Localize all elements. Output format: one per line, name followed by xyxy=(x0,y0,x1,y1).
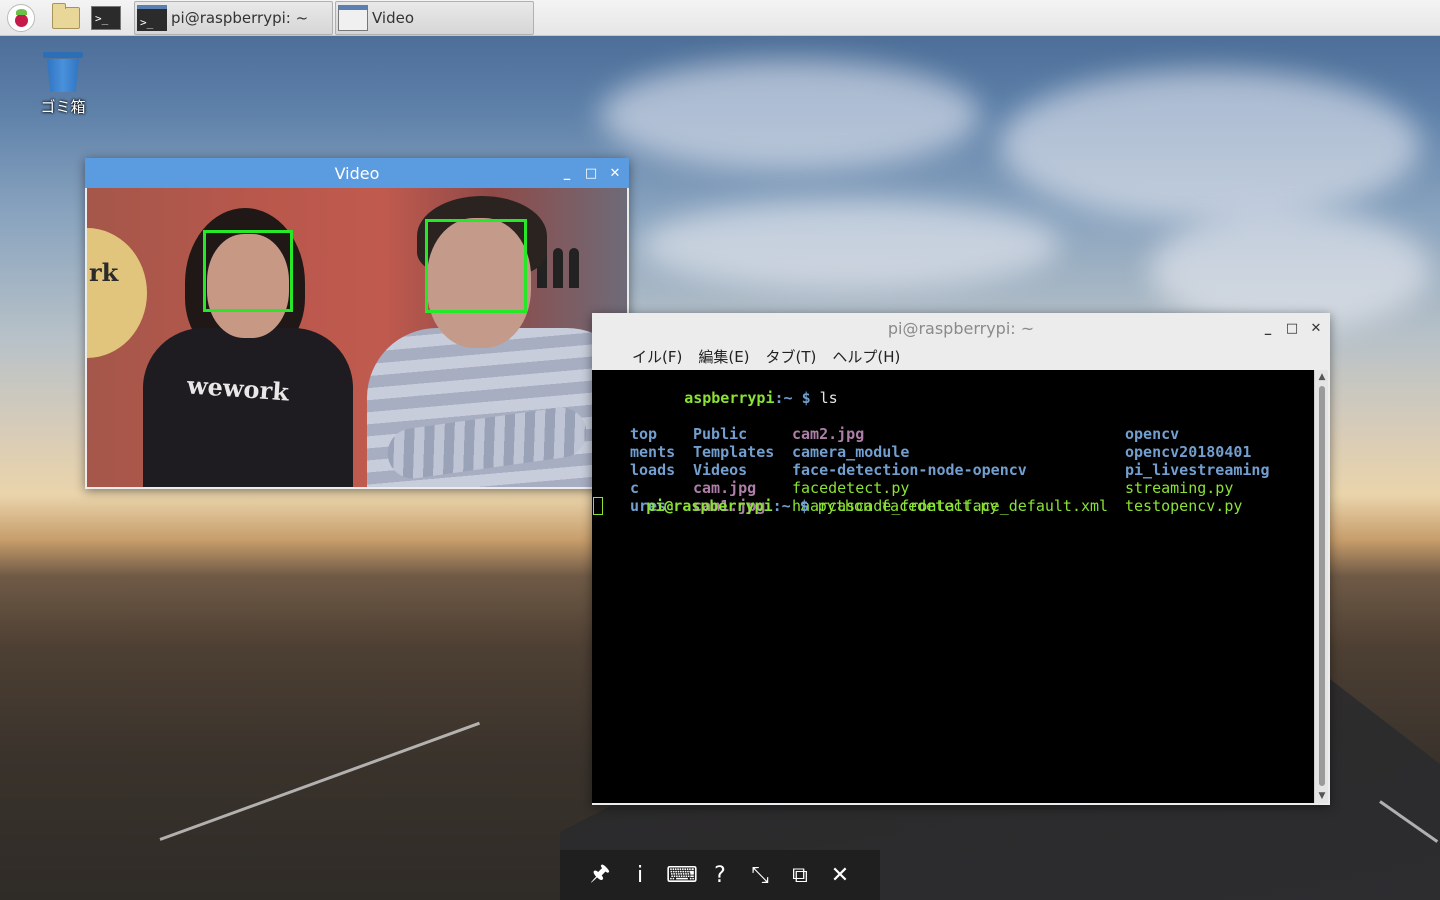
file-manager-icon[interactable] xyxy=(50,3,82,33)
maximize-button[interactable]: □ xyxy=(1286,321,1298,336)
prompt-line: pi@raspberrypi:~ $ python facedetect.py xyxy=(592,479,998,515)
close-icon[interactable]: ✕ xyxy=(826,863,854,888)
scroll-down-icon[interactable]: ▼ xyxy=(1317,791,1327,801)
ls-column-3: cam2.jpg camera_module face-detection-node… xyxy=(792,425,1109,515)
command: python facedetect.py xyxy=(817,497,999,515)
window-title: pi@raspberrypi: ~ xyxy=(887,318,1035,338)
sky-cloud xyxy=(1150,210,1430,330)
window-title: Video xyxy=(334,163,380,183)
ls-column-4: opencv opencv20180401 pi_livestreaming stre… xyxy=(1125,425,1270,515)
menu-edit[interactable]: 編集(E) xyxy=(698,346,749,367)
help-icon[interactable]: ? xyxy=(706,863,734,888)
menu-help[interactable]: ヘルプ(H) xyxy=(832,346,900,367)
person-left xyxy=(143,328,353,487)
info-icon[interactable]: i xyxy=(626,863,654,888)
fit-window-icon[interactable]: ⧉ xyxy=(786,863,814,888)
video-titlebar[interactable]: Video _ □ ✕ xyxy=(85,158,629,188)
terminal-output[interactable]: aspberrypi:~ $ ls top ments loads c ures Pub… xyxy=(592,370,1314,803)
ls-column-1: top ments loads c ures xyxy=(630,425,676,515)
road-marking xyxy=(159,721,481,841)
ls-column-2: Public Templates Videos cam.jpg cam1.jpg xyxy=(693,425,775,515)
wall-badge-text: rk xyxy=(89,258,119,287)
sky-cloud xyxy=(640,200,1060,290)
remote-toolbar: 🖈 i ⌨ ? ⤡ ⧉ ✕ xyxy=(560,850,880,900)
raspberry-menu-icon[interactable] xyxy=(5,3,37,33)
video-frame: rk wework xyxy=(87,188,627,487)
keyboard-icon[interactable]: ⌨ xyxy=(666,863,698,888)
sky-cloud xyxy=(600,60,980,170)
close-button[interactable]: ✕ xyxy=(609,166,621,181)
pin-icon[interactable]: 🖈 xyxy=(586,856,614,894)
task-terminal[interactable]: >_ pi@raspberrypi: ~ xyxy=(134,1,333,35)
window-icon xyxy=(338,5,368,31)
menu-tabs[interactable]: タブ(T) xyxy=(766,346,817,367)
menu-file[interactable]: イル(F) xyxy=(632,346,682,367)
minimize-button[interactable]: _ xyxy=(561,166,573,181)
prompt-prefix: pi@r xyxy=(646,497,683,515)
sky-cloud xyxy=(1000,70,1420,220)
taskbar: >_ >_ pi@raspberrypi: ~ Video xyxy=(0,0,1440,36)
desktop-trash[interactable]: ゴミ箱 xyxy=(30,50,96,117)
terminal-scrollbar[interactable]: ▲ ▼ xyxy=(1314,370,1328,803)
close-button[interactable]: ✕ xyxy=(1310,321,1322,336)
prompt-line: aspberrypi:~ $ ls xyxy=(630,371,838,407)
trash-label: ゴミ箱 xyxy=(40,98,86,116)
minimize-button[interactable]: _ xyxy=(1262,321,1274,336)
task-label: pi@raspberrypi: ~ xyxy=(171,9,309,27)
trash-icon xyxy=(43,50,83,92)
task-label: Video xyxy=(372,9,415,27)
scroll-up-icon[interactable]: ▲ xyxy=(1317,372,1327,382)
prompt-tail: :~ $ xyxy=(772,497,818,515)
face-detection-box xyxy=(203,230,293,312)
wall-badge xyxy=(87,228,147,358)
shrink-icon[interactable]: ⤡ xyxy=(746,863,774,888)
text-cursor xyxy=(593,497,603,515)
terminal-icon: >_ xyxy=(137,5,167,31)
prompt-host: aspberrypi xyxy=(682,497,773,515)
terminal-titlebar[interactable]: pi@raspberrypi: ~ _ □ ✕ xyxy=(592,313,1330,343)
scroll-thumb[interactable] xyxy=(1319,386,1325,786)
video-window: Video _ □ ✕ rk wework xyxy=(85,158,629,489)
task-video[interactable]: Video xyxy=(335,1,534,35)
maximize-button[interactable]: □ xyxy=(585,166,597,181)
terminal-launcher-icon[interactable]: >_ xyxy=(90,3,122,33)
terminal-menubar: イル(F) 編集(E) タブ(T) ヘルプ(H) xyxy=(592,343,1330,369)
face-detection-box xyxy=(425,219,527,313)
terminal-window: pi@raspberrypi: ~ _ □ ✕ イル(F) 編集(E) タブ(T… xyxy=(592,313,1330,805)
